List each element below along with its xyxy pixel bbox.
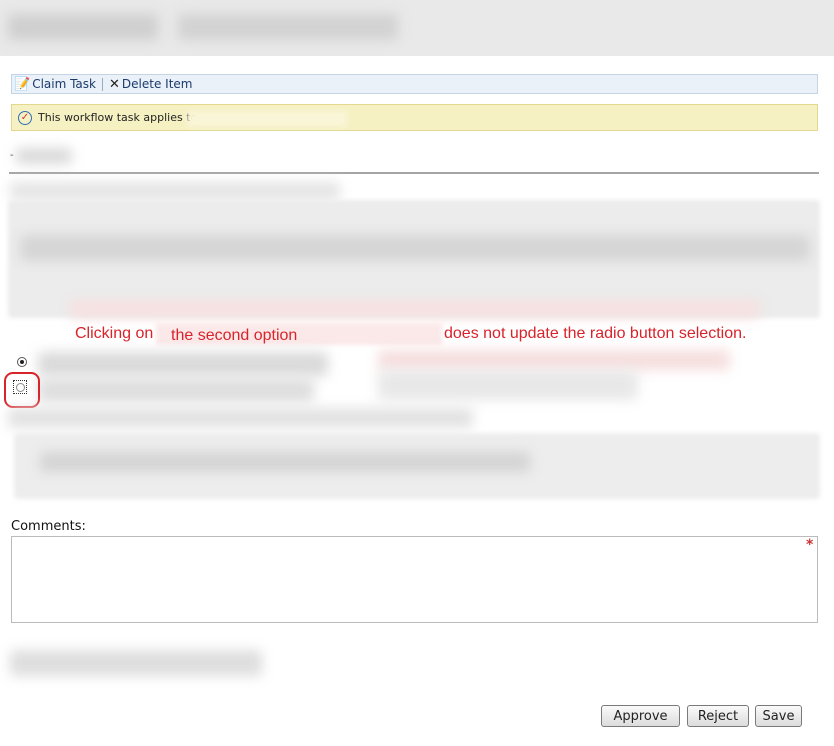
- delete-x-icon: ✕: [109, 76, 120, 92]
- option-blurred-text: [378, 370, 638, 400]
- description-blurred-line: [10, 182, 340, 200]
- header-blurred-title: [8, 14, 158, 40]
- toolbar-divider: [102, 77, 103, 91]
- delete-item-label: Delete Item: [121, 77, 193, 91]
- workflow-blurred-link[interactable]: [187, 111, 347, 127]
- note-blurred-text: [40, 452, 530, 472]
- radio-option-2-label: [38, 378, 314, 402]
- comments-field[interactable]: [11, 536, 818, 623]
- task-toolbar: 📝 Claim Task ✕ Delete Item: [11, 74, 818, 94]
- radio-option-2[interactable]: [13, 380, 27, 394]
- radio-option-1[interactable]: [17, 357, 27, 367]
- bug-annotation: Clicking on the second option does not u…: [0, 325, 834, 347]
- description-blurred-text: [20, 235, 810, 261]
- radio-option-2-circle: [15, 382, 25, 392]
- annotation-text-3: does not update the radio button selecti…: [444, 325, 747, 342]
- claim-task-button[interactable]: 📝 Claim Task: [12, 77, 98, 92]
- delete-item-button[interactable]: ✕ Delete Item: [107, 77, 194, 92]
- radio-option-1-label: [38, 352, 328, 376]
- title-prefix: -: [10, 150, 14, 161]
- footer-blurred-text: [10, 650, 262, 676]
- title-divider: [9, 172, 819, 174]
- workflow-info-bar: ✓ This workflow task applies to: [11, 104, 818, 131]
- workflow-info-text: This workflow task applies to: [38, 111, 198, 124]
- option-blurred-highlight: [378, 350, 730, 370]
- reject-button[interactable]: Reject: [687, 705, 749, 727]
- annotation-text-2: the second option: [171, 327, 298, 344]
- required-marker: *: [806, 537, 814, 553]
- workflow-check-icon: ✓: [18, 110, 32, 125]
- options-blurred-footer: [8, 408, 473, 428]
- task-title-blurred: [16, 148, 72, 164]
- claim-task-icon: 📝: [14, 76, 31, 92]
- claim-task-label: Claim Task: [32, 77, 96, 91]
- annotation-text-1: Clicking on: [75, 325, 154, 342]
- save-button[interactable]: Save: [755, 705, 802, 727]
- comments-label: Comments:: [11, 519, 86, 534]
- header-blurred-subtitle: [178, 14, 398, 40]
- approve-button[interactable]: Approve: [601, 705, 680, 727]
- description-blurred-highlight: [70, 300, 760, 318]
